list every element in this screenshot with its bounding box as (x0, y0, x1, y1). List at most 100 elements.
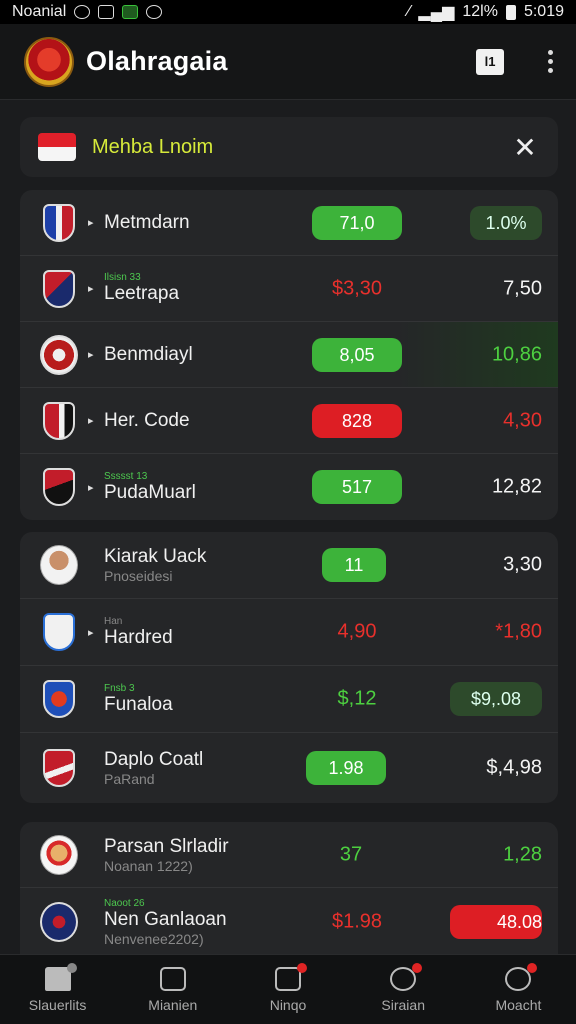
odds-primary[interactable]: $1.98 (312, 911, 402, 934)
odds-secondary[interactable]: 7,50 (442, 277, 542, 300)
team-badge-icon (40, 748, 78, 788)
battery-icon (505, 4, 516, 20)
bottom-navigation: Slauerlits Mianien Ninqo Siraian Moacht (0, 954, 576, 1024)
odds-primary[interactable]: $,12 (312, 688, 402, 711)
match-meta: Ilsisn 33 (104, 272, 141, 283)
team-name: PudaMuarl (104, 481, 196, 503)
close-icon[interactable]: ✕ (510, 131, 540, 164)
team-badge-icon (40, 612, 78, 652)
nav-item-bets[interactable]: Ninqo (230, 955, 345, 1024)
odds-secondary[interactable]: 10,86 (442, 343, 542, 366)
team-badge-icon (40, 334, 78, 375)
match-row[interactable]: Naoot 26 Nen Ganlaoan Nenvenee2202) $1.98 … (20, 888, 558, 956)
flag-icon (38, 133, 76, 161)
odds-secondary[interactable]: *1,80 (442, 621, 542, 644)
odds-secondary[interactable]: 4,30 (442, 409, 542, 432)
odds-secondary[interactable]: 12,82 (442, 476, 542, 499)
player-name: Kiarak Uack (104, 546, 207, 567)
nav-label: Mianien (148, 996, 198, 1013)
nav-item-matches[interactable]: Mianien (115, 955, 230, 1024)
team-name: Hardred (104, 626, 173, 648)
odds-secondary[interactable]: 1,28 (442, 843, 542, 866)
odds-secondary[interactable]: 1.0% (470, 205, 542, 240)
team-badge-icon (40, 467, 78, 507)
nav-label: Ninqo (269, 996, 307, 1013)
scoreboard-button[interactable]: l1 (476, 48, 504, 75)
team-name: Benmdiayl (104, 343, 193, 365)
player-avatar (40, 545, 78, 585)
team-name: Leetrapa (104, 283, 180, 304)
match-row[interactable]: ▸ Han Hardred 4,90 *1,80 (20, 599, 558, 666)
match-row[interactable]: ▸ Her. Code 828 4,30 (20, 388, 558, 454)
team-name: Nen Ganlaoan (104, 908, 227, 930)
odds-primary[interactable]: 828 (312, 403, 402, 438)
clock: 5:019 (523, 3, 564, 20)
status-bar: Noanial ⁄ ▂▄▆ 12l% 5:019 (0, 0, 576, 24)
team-badge-icon (40, 679, 78, 719)
signal-icon: ▂▄▆ (418, 4, 455, 21)
match-row[interactable]: Parsan Slrladir Noanan 1222) 37 1,28 (20, 822, 558, 888)
nav-item-more[interactable]: Moacht (461, 955, 576, 1024)
app-title: Olahragaia (86, 46, 228, 76)
nav-label: Moacht (495, 996, 542, 1013)
match-meta: Han (104, 615, 123, 627)
match-list-card-2: Kiarak Uack Pnoseidesi 11 3,30 ▸ Han Hardr… (20, 532, 558, 803)
odds-primary[interactable]: $3,30 (312, 277, 402, 300)
app-logo (24, 36, 74, 87)
match-row[interactable]: ▸ Benmdiayl 8,05 10,86 (20, 322, 558, 388)
match-row[interactable]: ▸ Metmdarn 71,0 1.0% (20, 190, 558, 256)
match-meta: Naoot 26 (104, 897, 145, 909)
more-options-icon[interactable] (544, 50, 556, 73)
nav-item-home[interactable]: Slauerlits (0, 955, 115, 1024)
match-row[interactable]: Daplo Coatl PaRand 1.98 $,4,98 (20, 733, 558, 803)
sync-icon (74, 5, 91, 19)
odds-primary[interactable]: 8,05 (312, 337, 402, 372)
voicemail-icon (146, 5, 163, 19)
team-badge-icon (40, 203, 78, 243)
odds-primary[interactable]: 1.98 (306, 751, 386, 785)
chevron-right-icon: ▸ (88, 349, 94, 361)
odds-primary[interactable]: 71,0 (312, 205, 402, 240)
team-name: Daplo Coatl (104, 749, 204, 770)
odds-primary[interactable]: 11 (322, 548, 386, 582)
battery-level: 12l% (462, 3, 498, 20)
profile-icon (505, 962, 538, 991)
nav-label: Siraian (381, 996, 425, 1013)
league-banner[interactable]: Mehba Lnoim ✕ (20, 117, 558, 177)
match-row[interactable]: Kiarak Uack Pnoseidesi 11 3,30 (20, 532, 558, 599)
home-icon (44, 962, 77, 991)
team-subtitle: Nenvenee2202) (104, 930, 204, 947)
match-meta: Ssssst 13 (104, 470, 148, 482)
team-badge-icon (40, 269, 78, 309)
team-name: Her. Code (104, 409, 190, 431)
player-name: Parsan Slrladir (104, 835, 229, 857)
nav-item-stats[interactable]: Siraian (346, 955, 461, 1024)
team-subtitle: PaRand (104, 771, 155, 787)
chevron-right-icon: ▸ (88, 626, 94, 639)
odds-primary[interactable]: 37 (326, 843, 376, 866)
chevron-right-icon: ▸ (88, 415, 94, 427)
team-badge-icon (40, 401, 78, 441)
mute-icon: ⁄ (407, 3, 411, 20)
image-icon (98, 5, 115, 19)
app-bar: Olahragaia l1 (0, 24, 576, 100)
match-row[interactable]: Fnsb 3 Funaloa $,12 $9,.08 (20, 666, 558, 733)
match-list-card-1: ▸ Metmdarn 71,0 1.0% ▸ Ilsisn 33 Leetrapa… (20, 190, 558, 520)
team-badge-icon (40, 902, 78, 942)
odds-primary[interactable]: 517 (312, 470, 402, 504)
player-subtitle: Pnoseidesi (104, 568, 173, 584)
odds-primary[interactable]: 4,90 (312, 621, 402, 644)
banner-title: Mehba Lnoim (92, 135, 214, 158)
odds-secondary[interactable]: $9,.08 (450, 682, 542, 716)
team-name: Funaloa (104, 693, 173, 715)
match-row[interactable]: ▸ Ilsisn 33 Leetrapa $3,30 7,50 (20, 256, 558, 322)
player-subtitle: Noanan 1222) (104, 857, 193, 874)
match-row[interactable]: ▸ Ssssst 13 PudaMuarl 517 12,82 (20, 454, 558, 520)
chevron-right-icon: ▸ (88, 217, 94, 229)
odds-secondary[interactable]: $,4,98 (442, 757, 542, 780)
carrier-label: Noanial (12, 3, 67, 20)
app-notification-icon (122, 5, 139, 19)
odds-secondary[interactable]: 48.08 (450, 905, 542, 939)
odds-secondary[interactable]: 3,30 (442, 554, 542, 577)
player-avatar (40, 834, 78, 875)
